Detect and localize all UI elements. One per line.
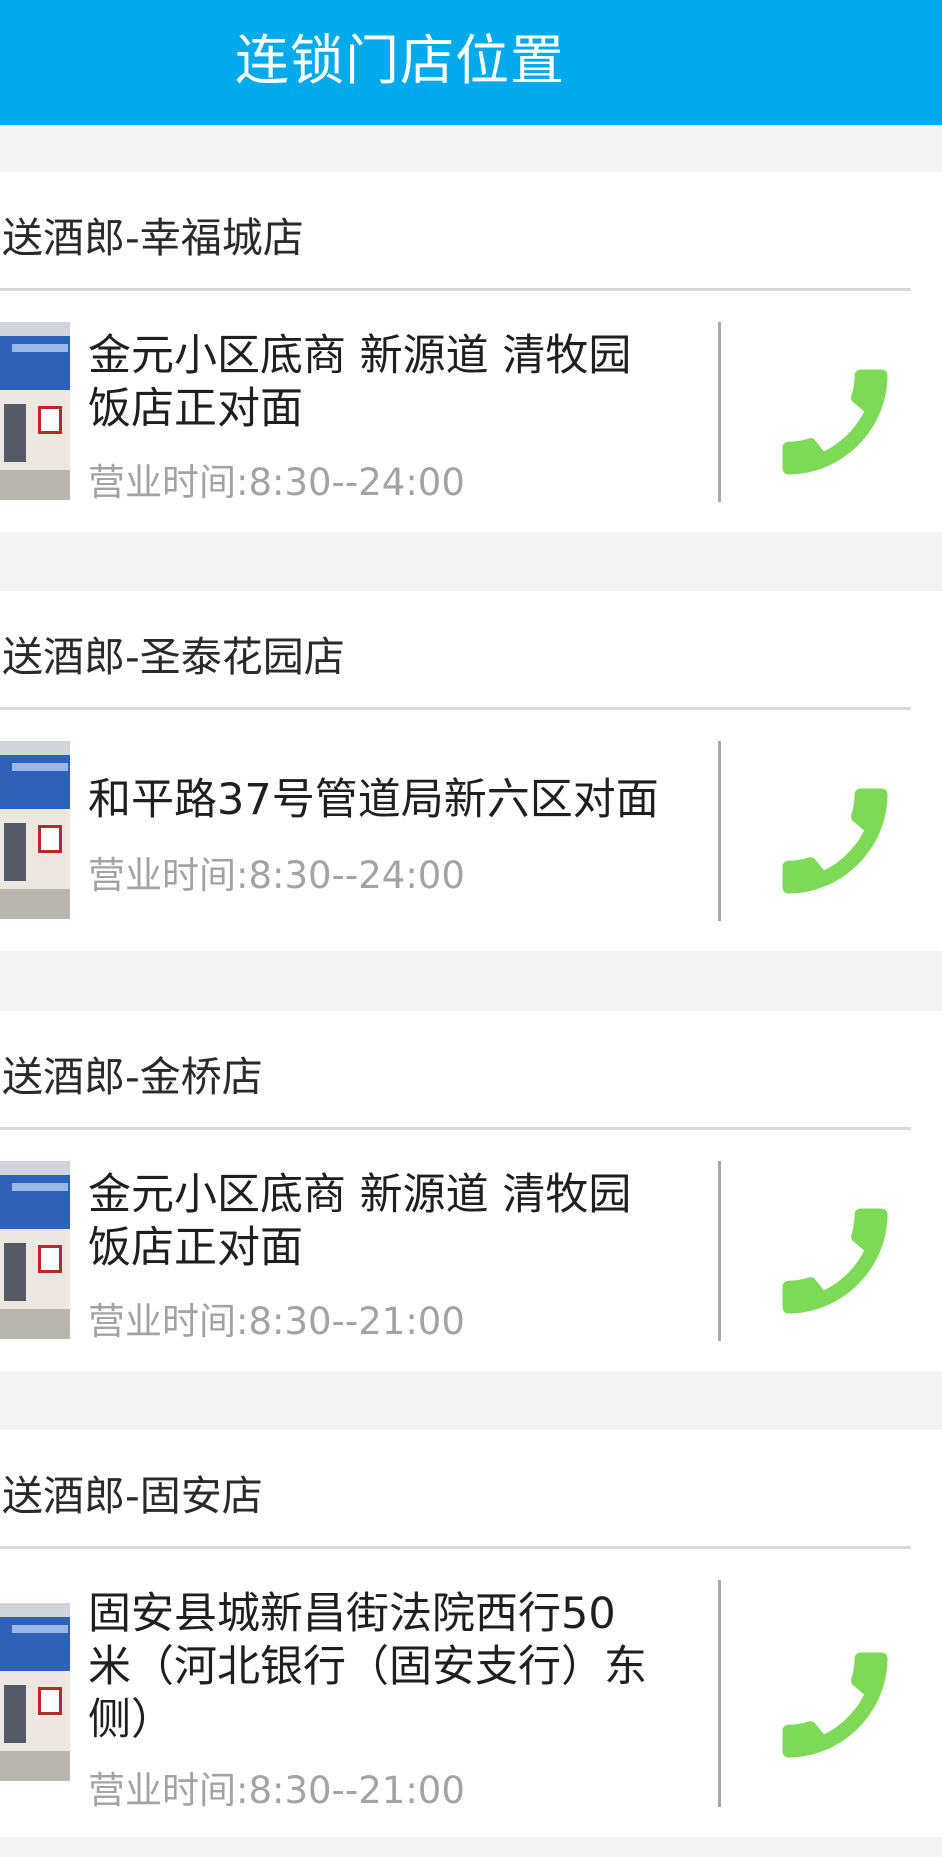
store-address-line: 金元小区底商 新源道 清牧园 — [88, 1170, 632, 1220]
store-hours: 营业时间:8:30--21:00 — [88, 1300, 465, 1343]
store-address-line: 固安县城新昌街法院西行50 — [88, 1589, 616, 1639]
phone-icon — [782, 788, 888, 894]
divider — [718, 741, 721, 921]
store-address-line: 饭店正对面 — [88, 1223, 303, 1273]
store-card[interactable]: 送酒郎-幸福城店 金元小区底商 新源道 清牧园 饭店正对面 营业时间:8:30-… — [0, 172, 942, 532]
store-card[interactable]: 送酒郎-圣泰花园店 和平路37号管道局新六区对面 营业时间:8:30--24:0… — [0, 591, 942, 951]
store-address-line: 米（河北银行（固安支行）东 — [88, 1642, 647, 1692]
call-button[interactable] — [765, 1635, 905, 1775]
call-button[interactable] — [765, 352, 905, 492]
store-address: 金元小区底商 新源道 清牧园 饭店正对面 — [88, 330, 688, 436]
store-photo — [0, 741, 70, 919]
store-hours: 营业时间:8:30--21:00 — [88, 1769, 465, 1812]
store-address-line: 金元小区底商 新源道 清牧园 — [88, 331, 632, 381]
store-photo — [0, 322, 70, 500]
store-address: 金元小区底商 新源道 清牧园 饭店正对面 — [88, 1169, 688, 1275]
divider — [718, 1580, 721, 1807]
phone-icon — [782, 369, 888, 475]
page-title: 连锁门店位置 — [235, 29, 565, 92]
divider — [718, 322, 721, 502]
store-card[interactable]: 送酒郎-金桥店 金元小区底商 新源道 清牧园 饭店正对面 营业时间:8:30--… — [0, 1011, 942, 1371]
store-photo — [0, 1161, 70, 1339]
store-address: 固安县城新昌街法院西行50 米（河北银行（固安支行）东 侧） — [88, 1588, 688, 1747]
divider — [0, 1127, 911, 1130]
store-address-line: 侧） — [88, 1695, 174, 1745]
store-name: 送酒郎-金桥店 — [2, 1053, 263, 1101]
store-address-line: 和平路37号管道局新六区对面 — [88, 775, 659, 825]
store-hours: 营业时间:8:30--24:00 — [88, 461, 465, 504]
app-header: 连锁门店位置 — [0, 0, 942, 125]
call-button[interactable] — [765, 1191, 905, 1331]
divider — [0, 1546, 911, 1549]
store-name: 送酒郎-幸福城店 — [2, 214, 304, 262]
call-button[interactable] — [765, 771, 905, 911]
phone-icon — [782, 1652, 888, 1758]
phone-icon — [782, 1208, 888, 1314]
store-photo — [0, 1603, 70, 1781]
store-name: 送酒郎-圣泰花园店 — [2, 633, 345, 681]
divider — [0, 707, 911, 710]
store-card[interactable]: 送酒郎-固安店 固安县城新昌街法院西行50 米（河北银行（固安支行）东 侧） 营… — [0, 1430, 942, 1837]
divider — [718, 1161, 721, 1341]
divider — [0, 288, 911, 291]
store-name: 送酒郎-固安店 — [2, 1472, 263, 1520]
store-address: 和平路37号管道局新六区对面 — [88, 774, 688, 827]
store-hours: 营业时间:8:30--24:00 — [88, 854, 465, 897]
store-address-line: 饭店正对面 — [88, 384, 303, 434]
